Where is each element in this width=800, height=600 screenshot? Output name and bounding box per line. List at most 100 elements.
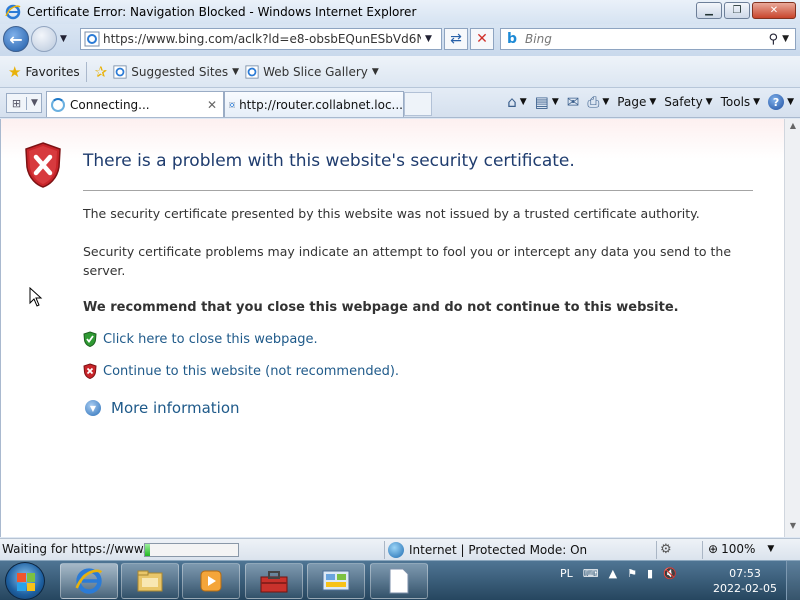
search-options-dropdown-icon[interactable]: ▼ (782, 34, 789, 44)
continue-to-website-link[interactable]: Continue to this website (not recommende… (83, 363, 399, 379)
page-menu[interactable]: Page ▼ (617, 95, 656, 109)
quick-tabs-button[interactable]: ⊞ ▼ (6, 93, 42, 113)
rss-feed-icon: ▤ (534, 93, 549, 111)
tab-close-icon[interactable]: ✕ (207, 98, 217, 112)
scroll-down-icon[interactable]: ▼ (787, 521, 799, 535)
forward-button[interactable] (31, 26, 57, 52)
expand-chevron-icon: ▼ (85, 400, 101, 416)
tab-router[interactable]: http://router.collabnet.loc... (224, 91, 404, 117)
title-bar: Certificate Error: Navigation Blocked - … (0, 0, 800, 24)
chevron-down-icon[interactable]: ▼ (520, 97, 527, 107)
continue-link-label[interactable]: Continue to this website (not recommende… (103, 364, 399, 379)
network-icon[interactable]: ▮ (647, 567, 653, 580)
input-language[interactable]: PL (560, 567, 573, 580)
more-information-label[interactable]: More information (111, 399, 240, 417)
favorites-item-web-slice-gallery[interactable]: Web Slice Gallery ▼ (245, 65, 379, 79)
action-center-flag-icon[interactable]: ⚑ (627, 567, 637, 580)
safety-menu[interactable]: Safety ▼ (664, 95, 712, 109)
warning-description: Security certificate problems may indica… (83, 244, 732, 278)
home-button[interactable]: ⌂ ▼ (507, 93, 526, 111)
maximize-button[interactable]: ❐ (724, 2, 750, 19)
close-button[interactable]: ✕ (752, 2, 796, 19)
favorites-item-label: Web Slice Gallery (263, 64, 368, 79)
status-text: Waiting for https://www.b (2, 542, 144, 556)
printer-icon: ⎙ (587, 93, 600, 111)
security-zone[interactable]: Internet | Protected Mode: On (388, 542, 587, 558)
page-load-progress-bar (144, 543, 239, 557)
media-player-icon (200, 570, 222, 592)
address-row: ← ▼ https://www.bing.com/aclk?ld=e8-obsb… (0, 24, 800, 56)
windows-logo-icon (17, 573, 35, 591)
favorites-button[interactable]: ★ Favorites (8, 63, 80, 81)
tools-menu-label: Tools (720, 95, 751, 109)
refresh-button[interactable]: ⇄ (444, 28, 468, 50)
more-information-toggle[interactable]: ▼ More information (85, 399, 240, 417)
address-bar[interactable]: https://www.bing.com/aclk?ld=e8-obsbEQun… (80, 28, 442, 50)
taskbar-blank-document[interactable] (370, 563, 428, 599)
taskbar: PL ⌨ ▲ ⚑ ▮ 🔇 07:53 2022-02-05 (0, 560, 800, 600)
red-shield-x-icon (25, 142, 61, 188)
taskbar-internet-explorer[interactable] (60, 563, 118, 599)
tab-connecting[interactable]: Connecting... ✕ (46, 91, 224, 117)
divider (83, 190, 753, 191)
back-button[interactable]: ← (3, 26, 29, 52)
scroll-up-icon[interactable]: ▲ (787, 121, 799, 135)
feeds-button[interactable]: ▤ ▼ (535, 93, 559, 111)
new-tab-button[interactable] (404, 92, 432, 116)
minimize-button[interactable]: ▁ (696, 2, 722, 19)
ie-logo-icon (5, 4, 21, 20)
taskbar-control-panel[interactable] (307, 563, 365, 599)
page-menu-label: Page (617, 95, 647, 109)
close-webpage-link-label[interactable]: Click here to close this webpage. (103, 332, 318, 347)
print-button[interactable]: ⎙ ▼ (587, 93, 609, 111)
taskbar-toolbox[interactable] (245, 563, 303, 599)
zoom-magnifier-icon: ⊕ (708, 542, 719, 556)
stop-button[interactable]: ✕ (470, 28, 494, 50)
internet-globe-icon (388, 542, 404, 558)
refresh-icon: ⇄ (450, 31, 462, 47)
toolbox-icon (260, 571, 288, 593)
status-separator (384, 541, 385, 559)
document-icon (389, 568, 409, 594)
chevron-down-icon[interactable]: ▼ (552, 97, 559, 107)
add-to-favorites-bar-icon[interactable]: ✰ (95, 63, 108, 81)
show-desktop-button[interactable] (786, 561, 800, 600)
volume-muted-icon[interactable]: 🔇 (663, 567, 677, 580)
address-dropdown-icon[interactable]: ▼ (425, 34, 432, 44)
back-arrow-icon: ← (9, 29, 23, 49)
show-hidden-icons-icon[interactable]: ▲ (609, 567, 617, 580)
taskbar-explorer[interactable] (121, 563, 179, 599)
favorites-item-suggested-sites[interactable]: Suggested Sites ▼ (113, 65, 239, 79)
bing-logo-icon: b (507, 31, 518, 47)
compatibility-view-icon[interactable]: ⚙ (660, 542, 672, 557)
tab-list-dropdown-icon[interactable]: ▼ (31, 98, 38, 108)
recent-pages-dropdown[interactable]: ▼ (60, 34, 67, 44)
clock[interactable]: 07:53 2022-02-05 (712, 566, 778, 596)
chevron-down-icon[interactable]: ▼ (602, 97, 609, 107)
address-url[interactable]: https://www.bing.com/aclk?ld=e8-obsbEQun… (103, 32, 421, 46)
search-icon[interactable]: ⚲ (769, 32, 779, 47)
stop-icon: ✕ (476, 31, 488, 47)
chevron-down-icon: ▼ (371, 66, 379, 77)
close-webpage-link[interactable]: Click here to close this webpage. (83, 331, 318, 347)
loading-spinner-icon (51, 97, 65, 112)
zoom-level-button[interactable]: ⊕ 100% ▼ (708, 542, 774, 556)
control-panel-icon (322, 570, 350, 591)
search-box[interactable]: b Bing ⚲ ▼ (500, 28, 796, 50)
vertical-scrollbar[interactable]: ▲ ▼ (784, 119, 800, 537)
green-shield-check-icon (83, 331, 97, 347)
taskbar-media-player[interactable] (182, 563, 240, 599)
home-icon: ⌂ (507, 93, 517, 111)
search-placeholder[interactable]: Bing (525, 32, 769, 46)
help-button[interactable]: ? ▼ (768, 94, 794, 110)
ie-page-icon (113, 64, 127, 79)
read-mail-button[interactable]: ✉ (567, 93, 580, 111)
tab-label: Connecting... (70, 97, 150, 112)
chevron-down-icon: ▼ (232, 66, 240, 77)
error-description: The security certificate presented by th… (83, 206, 700, 221)
start-button[interactable] (5, 562, 45, 600)
chevron-down-icon: ▼ (767, 544, 775, 554)
tools-menu[interactable]: Tools ▼ (721, 95, 760, 109)
keyboard-icon[interactable]: ⌨ (583, 567, 599, 580)
mouse-pointer-icon (29, 286, 43, 313)
